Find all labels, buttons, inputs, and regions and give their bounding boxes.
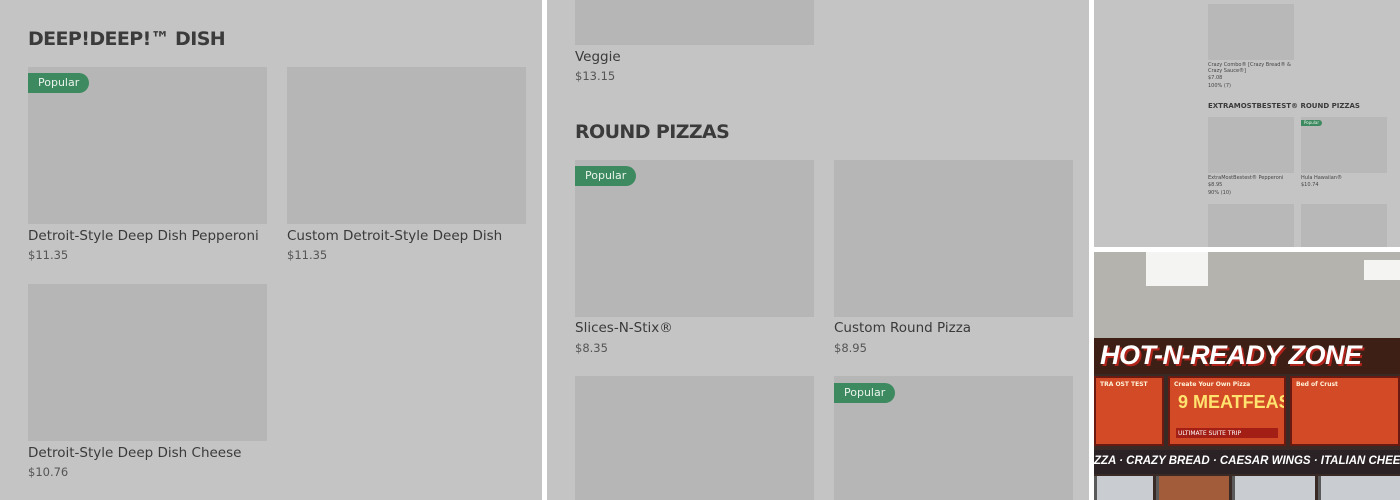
- screen-bar-text: ULTIMATE SUITE TRIP: [1178, 430, 1242, 437]
- screen-text: Bed of Crust: [1296, 381, 1338, 388]
- warmer-case: [1094, 476, 1153, 500]
- item-name[interactable]: Custom Round Pizza: [834, 320, 971, 336]
- ceiling: [1094, 252, 1400, 338]
- popular-badge: Popular: [28, 73, 90, 93]
- item-price: $7.08: [1208, 75, 1223, 81]
- menu-panel-round-pizzas: Veggie $13.15 ROUND PIZZAS Popular Slice…: [547, 0, 1089, 500]
- menu-panel-deep-dish: DEEP!DEEP!™ DISH Popular Detroit-Style D…: [0, 0, 542, 500]
- ceiling-light: [1146, 252, 1208, 286]
- screen-headline: 9 MEATFEAST: [1178, 392, 1284, 412]
- item-price: $10.76: [28, 465, 69, 479]
- item-price: $8.35: [575, 341, 608, 355]
- item-price: $8.95: [834, 341, 867, 355]
- menu-strip-text: ZZA · CRAZY BREAD · CAESAR WINGS · ITALI…: [1094, 455, 1400, 467]
- warmer-case: [1232, 476, 1315, 500]
- popular-badge: Popular: [1301, 120, 1322, 126]
- item-name[interactable]: Crazy Combo® [Crazy Bread® & Crazy Sauce…: [1208, 62, 1298, 74]
- ceiling-light: [1364, 260, 1400, 280]
- menu-screen: Bed of Crust: [1290, 376, 1400, 446]
- warmer-case: [1156, 476, 1229, 500]
- item-name[interactable]: Detroit-Style Deep Dish Cheese: [28, 445, 241, 461]
- item-image[interactable]: [1301, 204, 1387, 247]
- item-name[interactable]: Hula Hawaiian®: [1301, 175, 1342, 181]
- screen-text: Create Your Own Pizza: [1174, 381, 1251, 388]
- menu-screen: TRA OST TEST: [1094, 376, 1164, 446]
- item-image[interactable]: [834, 160, 1073, 317]
- item-name[interactable]: Detroit-Style Deep Dish Pepperoni: [28, 228, 259, 244]
- store-photo: HOT-N-READY ZONE TRA OST TEST Create You…: [1094, 252, 1400, 500]
- popular-badge: Popular: [834, 383, 896, 403]
- warmer-case: [1318, 476, 1400, 500]
- item-name[interactable]: Slices-N-Stix®: [575, 320, 673, 336]
- item-price: $13.15: [575, 69, 616, 83]
- item-name[interactable]: Veggie: [575, 49, 621, 65]
- item-price: $10.74: [1301, 182, 1319, 188]
- item-image[interactable]: [575, 376, 814, 500]
- menu-screen: Create Your Own Pizza 9 MEATFEAST ULTIMA…: [1168, 376, 1286, 446]
- item-price: $8.95: [1208, 182, 1223, 188]
- item-image[interactable]: [575, 0, 814, 45]
- section-title: DEEP!DEEP!™ DISH: [28, 28, 226, 50]
- item-name[interactable]: Custom Detroit-Style Deep Dish: [287, 228, 502, 244]
- item-image[interactable]: [28, 284, 267, 441]
- item-image[interactable]: [1208, 4, 1294, 60]
- menu-panel-thumbnail: Crazy Combo® [Crazy Bread® & Crazy Sauce…: [1094, 0, 1400, 247]
- section-title: ROUND PIZZAS: [575, 121, 730, 143]
- zone-sign-text: HOT-N-READY ZONE: [1100, 340, 1362, 370]
- item-price: $11.35: [287, 248, 328, 262]
- popular-badge: Popular: [575, 166, 637, 186]
- screen-text: TRA OST TEST: [1100, 381, 1148, 388]
- item-price: $11.35: [28, 248, 69, 262]
- item-image[interactable]: [1208, 204, 1294, 247]
- item-image[interactable]: [1208, 117, 1294, 173]
- item-rating: 90% (10): [1208, 190, 1231, 196]
- item-image[interactable]: [287, 67, 526, 224]
- section-title: EXTRAMOSTBESTEST® ROUND PIZZAS: [1208, 102, 1360, 110]
- item-rating: 100% (7): [1208, 83, 1231, 89]
- item-name[interactable]: ExtraMostBestest® Pepperoni: [1208, 175, 1283, 181]
